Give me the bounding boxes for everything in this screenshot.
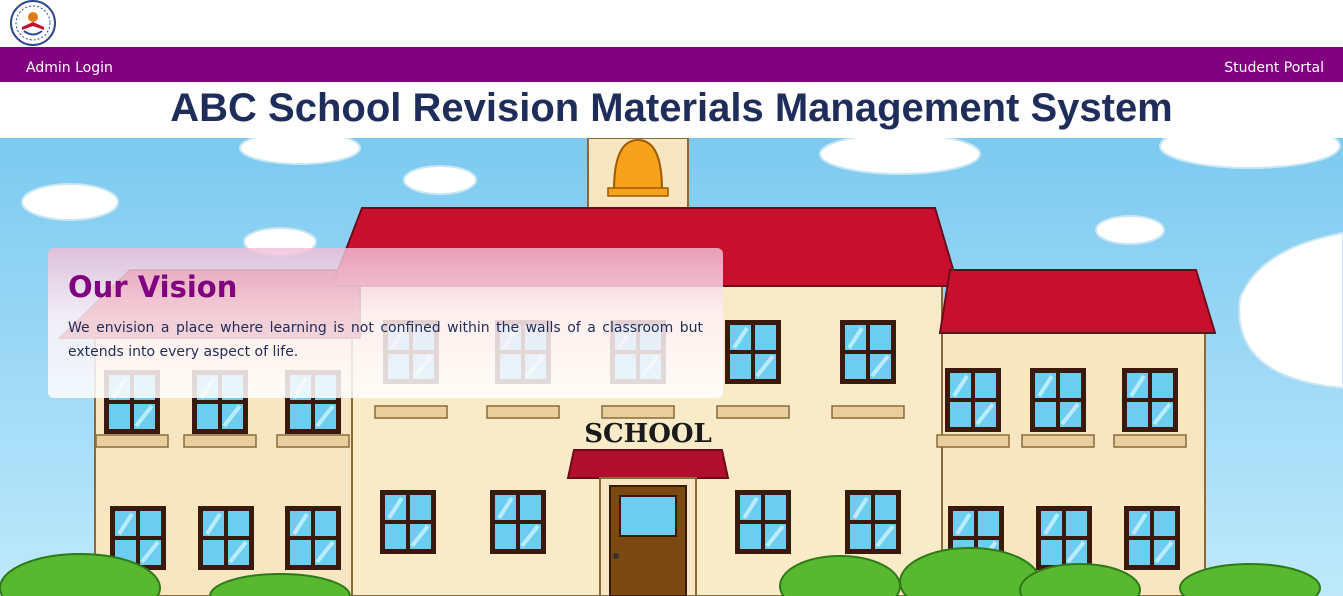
vision-text: We envision a place where learning is no… xyxy=(68,320,703,360)
school-sign: SCHOOL xyxy=(584,419,712,449)
top-header xyxy=(0,0,1343,47)
admin-login-link[interactable]: Admin Login xyxy=(26,47,113,82)
title-band: ABC School Revision Materials Management… xyxy=(0,82,1343,138)
page-title: ABC School Revision Materials Management… xyxy=(170,86,1173,130)
vision-card: Our Vision We envision a place where lea… xyxy=(48,248,723,398)
school-logo[interactable] xyxy=(10,0,56,46)
student-portal-link[interactable]: Student Portal xyxy=(1224,47,1324,82)
main-navbar: Admin Login Student Portal xyxy=(0,47,1343,82)
vision-heading: Our Vision xyxy=(68,270,238,304)
